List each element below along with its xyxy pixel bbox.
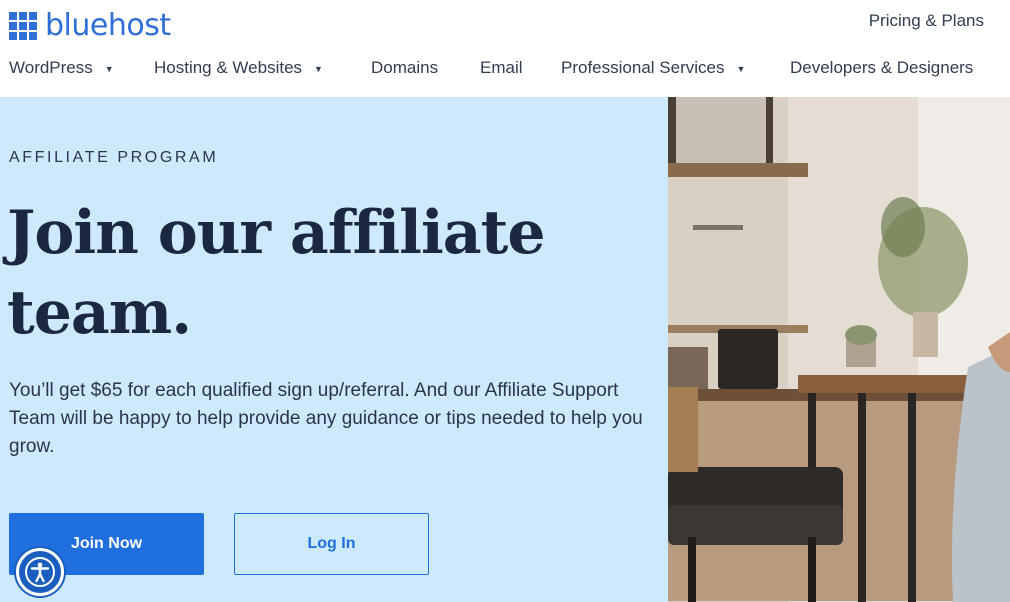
log-in-button[interactable]: Log In [234, 513, 429, 575]
pricing-plans-link[interactable]: Pricing & Plans [869, 11, 984, 31]
hero-headline-line2: team. [7, 278, 192, 348]
hero-headline: Join our affiliate team. [7, 193, 647, 353]
nav-item-label: Email [480, 58, 523, 77]
office-interior-photo [668, 97, 1010, 602]
accessibility-button[interactable] [16, 548, 64, 596]
accessibility-icon [25, 557, 55, 587]
chevron-down-icon: ▼ [736, 64, 746, 74]
main-nav: WordPress ▼ Hosting & Websites ▼ Domains… [0, 58, 1010, 80]
nav-item-domains[interactable]: Domains [371, 58, 438, 78]
photo-illustration [668, 97, 1010, 602]
nav-item-label: Domains [371, 58, 439, 77]
nav-item-professional-services[interactable]: Professional Services ▼ [561, 58, 745, 78]
chevron-down-icon: ▼ [314, 64, 323, 74]
nav-item-developers-designers[interactable]: Developers & Designers [790, 58, 973, 78]
nav-item-wordpress[interactable]: WordPress ▼ [9, 58, 114, 78]
nav-item-label: Hosting & Websites [154, 58, 303, 77]
logo-wordmark: bluehost [45, 8, 171, 43]
nav-item-label: Professional Services [561, 58, 725, 77]
hero-description: You’ll get $65 for each qualified sign u… [9, 380, 643, 457]
logo-grid-icon [9, 12, 37, 40]
nav-item-email[interactable]: Email [480, 58, 523, 78]
nav-item-label: Developers & Designers [790, 58, 974, 77]
bluehost-logo[interactable]: bluehost [9, 11, 171, 41]
nav-item-hosting-websites[interactable]: Hosting & Websites ▼ [154, 58, 323, 78]
affiliate-hero: AFFILIATE PROGRAM Join our affiliate tea… [0, 97, 668, 602]
hero-eyebrow: AFFILIATE PROGRAM [9, 149, 219, 166]
nav-item-label: WordPress [9, 58, 93, 77]
chevron-down-icon: ▼ [104, 64, 114, 74]
site-header: bluehost Pricing & Plans WordPress ▼ Hos… [0, 0, 1010, 97]
hero-headline-line1: Join our affiliate [7, 198, 545, 268]
